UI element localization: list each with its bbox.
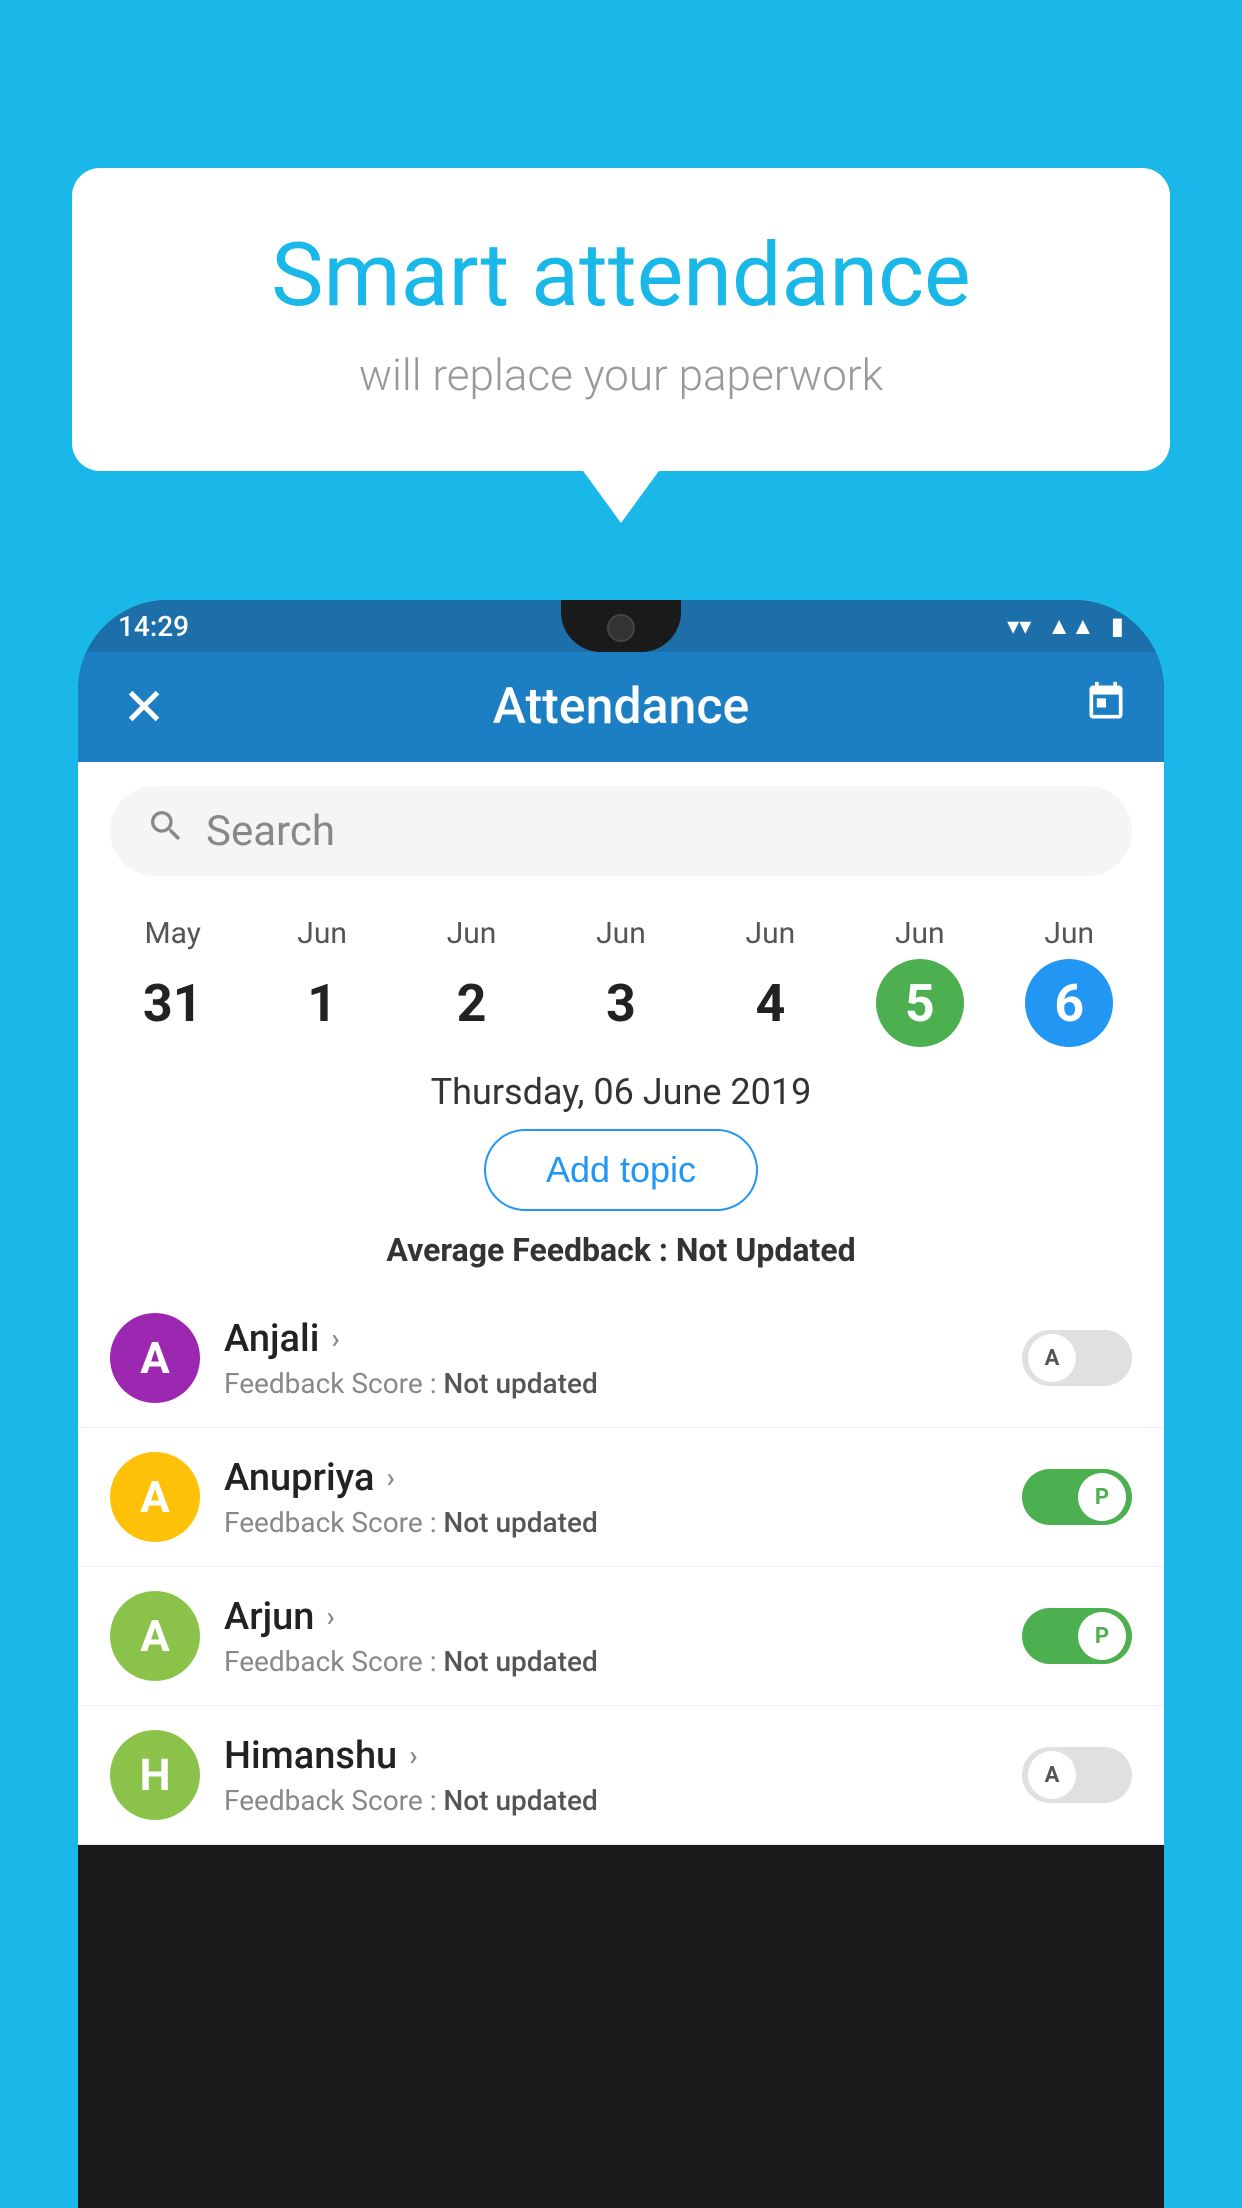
chevron-icon: › <box>331 1322 339 1355</box>
student-feedback: Feedback Score : Not updated <box>224 1506 998 1539</box>
toggle-container[interactable]: P <box>1022 1608 1132 1664</box>
student-info: Arjun › Feedback Score : Not updated <box>224 1595 998 1678</box>
calendar-day[interactable]: Jun 4 <box>726 916 814 1047</box>
app-bar: ✕ Attendance <box>78 652 1164 762</box>
student-info: Anjali › Feedback Score : Not updated <box>224 1317 998 1400</box>
attendance-toggle[interactable]: A <box>1022 1747 1132 1803</box>
avatar: A <box>110 1313 200 1403</box>
toggle-knob: A <box>1028 1751 1076 1799</box>
chevron-icon: › <box>386 1461 394 1494</box>
student-item[interactable]: H Himanshu › Feedback Score : Not updated A <box>78 1706 1164 1845</box>
student-name: Himanshu › <box>224 1734 998 1778</box>
chevron-icon: › <box>326 1600 334 1633</box>
calendar-day[interactable]: Jun 2 <box>428 916 516 1047</box>
toggle-knob: P <box>1078 1473 1126 1521</box>
search-bar[interactable]: Search <box>110 786 1132 876</box>
toggle-knob: P <box>1078 1612 1126 1660</box>
student-item[interactable]: A Arjun › Feedback Score : Not updated P <box>78 1567 1164 1706</box>
avatar: H <box>110 1730 200 1820</box>
calendar-icon[interactable] <box>1084 680 1128 735</box>
student-item[interactable]: A Anupriya › Feedback Score : Not updated P <box>78 1428 1164 1567</box>
student-info: Himanshu › Feedback Score : Not updated <box>224 1734 998 1817</box>
app-bar-title: Attendance <box>174 678 1068 736</box>
toggle-container[interactable]: P <box>1022 1469 1132 1525</box>
cal-month-label: Jun <box>297 916 347 951</box>
attendance-toggle[interactable]: P <box>1022 1469 1132 1525</box>
close-button[interactable]: ✕ <box>114 677 174 738</box>
student-feedback: Feedback Score : Not updated <box>224 1645 998 1678</box>
phone-content: Search May 31 Jun 1 Jun 2 Jun 3 Jun 4 Jun 5 Jun 6 Thu… <box>78 762 1164 1845</box>
student-list: AAnjali ›Feedback Score : Not updatedAAA… <box>78 1289 1164 1845</box>
attendance-toggle[interactable]: A <box>1022 1330 1132 1386</box>
calendar-day[interactable]: May 31 <box>129 916 217 1047</box>
avg-feedback-label: Average Feedback : <box>386 1231 675 1269</box>
cal-date-label: 3 <box>577 959 665 1047</box>
cal-date-label: 6 <box>1025 959 1113 1047</box>
cal-month-label: May <box>144 916 200 951</box>
speech-bubble: Smart attendance will replace your paper… <box>72 168 1170 471</box>
search-placeholder: Search <box>206 807 335 856</box>
calendar-day[interactable]: Jun 3 <box>577 916 665 1047</box>
student-item[interactable]: A Anjali › Feedback Score : Not updated A <box>78 1289 1164 1428</box>
calendar-strip: May 31 Jun 1 Jun 2 Jun 3 Jun 4 Jun 5 Jun 6 <box>78 900 1164 1047</box>
cal-month-label: Jun <box>1044 916 1094 951</box>
cal-month-label: Jun <box>596 916 646 951</box>
student-info: Anupriya › Feedback Score : Not updated <box>224 1456 998 1539</box>
cal-month-label: Jun <box>895 916 945 951</box>
front-camera <box>607 614 635 642</box>
bubble-subtitle: will replace your paperwork <box>152 349 1090 401</box>
phone-notch <box>561 600 681 652</box>
calendar-day[interactable]: Jun 1 <box>278 916 366 1047</box>
average-feedback: Average Feedback : Not Updated <box>78 1231 1164 1269</box>
student-feedback: Feedback Score : Not updated <box>224 1367 998 1400</box>
phone-frame: 14:29 ▾▾ ▲▲ ▮ ✕ Attendance Search Ma <box>78 600 1164 2208</box>
student-feedback: Feedback Score : Not updated <box>224 1784 998 1817</box>
selected-date-label: Thursday, 06 June 2019 <box>78 1071 1164 1113</box>
cal-month-label: Jun <box>447 916 497 951</box>
status-icons: ▾▾ ▲▲ ▮ <box>1007 612 1124 641</box>
student-name: Arjun › <box>224 1595 998 1639</box>
signal-icon: ▲▲ <box>1047 612 1095 641</box>
avatar: A <box>110 1591 200 1681</box>
wifi-icon: ▾▾ <box>1007 612 1031 640</box>
student-name: Anupriya › <box>224 1456 998 1500</box>
avatar: A <box>110 1452 200 1542</box>
calendar-day[interactable]: Jun 5 <box>876 916 964 1047</box>
cal-month-label: Jun <box>746 916 796 951</box>
add-topic-button[interactable]: Add topic <box>484 1129 758 1211</box>
chevron-icon: › <box>409 1739 417 1772</box>
toggle-container[interactable]: A <box>1022 1330 1132 1386</box>
attendance-toggle[interactable]: P <box>1022 1608 1132 1664</box>
student-name: Anjali › <box>224 1317 998 1361</box>
toggle-container[interactable]: A <box>1022 1747 1132 1803</box>
toggle-knob: A <box>1028 1334 1076 1382</box>
cal-date-label: 2 <box>428 959 516 1047</box>
avg-feedback-value: Not Updated <box>676 1231 856 1269</box>
cal-date-label: 4 <box>726 959 814 1047</box>
cal-date-label: 1 <box>278 959 366 1047</box>
bubble-title: Smart attendance <box>152 228 1090 325</box>
cal-date-label: 5 <box>876 959 964 1047</box>
search-icon <box>146 806 186 856</box>
battery-icon: ▮ <box>1111 612 1124 640</box>
calendar-day[interactable]: Jun 6 <box>1025 916 1113 1047</box>
cal-date-label: 31 <box>129 959 217 1047</box>
